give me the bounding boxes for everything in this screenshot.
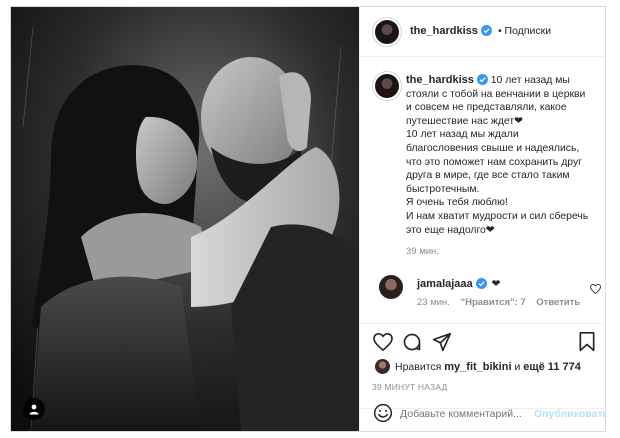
comment-avatar[interactable] xyxy=(379,275,403,299)
caption-line: 10 лет назад мы ждали xyxy=(406,129,519,141)
bookmark-icon[interactable] xyxy=(578,332,596,352)
verified-icon xyxy=(480,25,492,36)
verified-icon xyxy=(476,74,488,85)
post-photo[interactable] xyxy=(11,7,359,431)
reply-button[interactable]: Ответить xyxy=(536,297,580,308)
likes-connector: и xyxy=(514,361,521,373)
caption-line: благословения свыше и надеялись, xyxy=(406,142,580,154)
post-modal: the_hardkiss • Подписки the_hardkiss 10 … xyxy=(10,6,606,432)
liker-avatar[interactable] xyxy=(375,359,390,374)
post-timestamp[interactable]: 39 МИНУТ НАЗАД xyxy=(372,382,447,392)
caption-time[interactable]: 39 мин. xyxy=(406,245,598,259)
comment-username[interactable]: jamalajaaa xyxy=(417,278,473,290)
caption-line: друга в мире, где все стало таким xyxy=(406,170,570,182)
caption-line: Я очень тебя люблю! xyxy=(406,197,508,209)
heart-icon[interactable] xyxy=(373,333,393,351)
caption-line: это еще надолго❤ xyxy=(406,224,495,236)
caption-username[interactable]: the_hardkiss xyxy=(406,74,474,86)
verified-icon xyxy=(475,278,487,289)
comment-input[interactable] xyxy=(400,405,530,423)
caption-avatar[interactable] xyxy=(375,74,399,98)
publish-button[interactable]: Опубликовать xyxy=(534,408,605,420)
comment-meta: 23 мин. "Нравится": 7 Ответить xyxy=(417,297,580,308)
comment-icon[interactable] xyxy=(402,332,422,352)
comment-bar: Опубликовать xyxy=(360,403,605,431)
caption-line: стояли с тобой на венчании в церкви xyxy=(406,88,586,100)
photo-image xyxy=(11,7,359,431)
smile-icon[interactable] xyxy=(373,403,393,423)
likes-count[interactable]: ещё 11 774 xyxy=(523,361,581,373)
post-header: the_hardkiss • Подписки xyxy=(360,7,605,57)
comment-row: jamalajaaa ❤ xyxy=(417,278,500,290)
post-actions: Нравится my_fit_bikini и ещё 11 774 39 М… xyxy=(360,323,605,431)
caption-line: путешествие нас ждет❤ xyxy=(406,115,523,127)
share-icon[interactable] xyxy=(432,332,452,352)
follow-status[interactable]: • Подписки xyxy=(498,25,551,37)
likes-user[interactable]: my_fit_bikini xyxy=(444,361,511,373)
post-side-panel: the_hardkiss • Подписки the_hardkiss 10 … xyxy=(359,7,605,431)
header-username[interactable]: the_hardkiss xyxy=(410,25,478,37)
comment-like-icon[interactable] xyxy=(590,284,601,294)
comment-time[interactable]: 23 мин. xyxy=(417,297,450,308)
comment-likes[interactable]: "Нравится": 7 xyxy=(461,297,526,308)
caption-line: И нам хватит мудрости и сил сберечь xyxy=(406,210,589,222)
caption-line: и совсем не представляли, какое xyxy=(406,102,567,114)
caption-line: что это поможет нам сохранить друг xyxy=(406,156,582,168)
avatar[interactable] xyxy=(375,20,399,44)
likes-prefix: Нравится xyxy=(395,361,442,373)
caption-line: быстротечным. xyxy=(406,183,480,195)
likes-row: Нравится my_fit_bikini и ещё 11 774 xyxy=(395,361,581,373)
comment-text: ❤ xyxy=(491,278,501,290)
tag-user-icon[interactable] xyxy=(23,398,45,420)
caption: the_hardkiss 10 лет назад мы стояли с то… xyxy=(406,74,598,259)
caption-line: 10 лет назад мы xyxy=(490,75,570,86)
